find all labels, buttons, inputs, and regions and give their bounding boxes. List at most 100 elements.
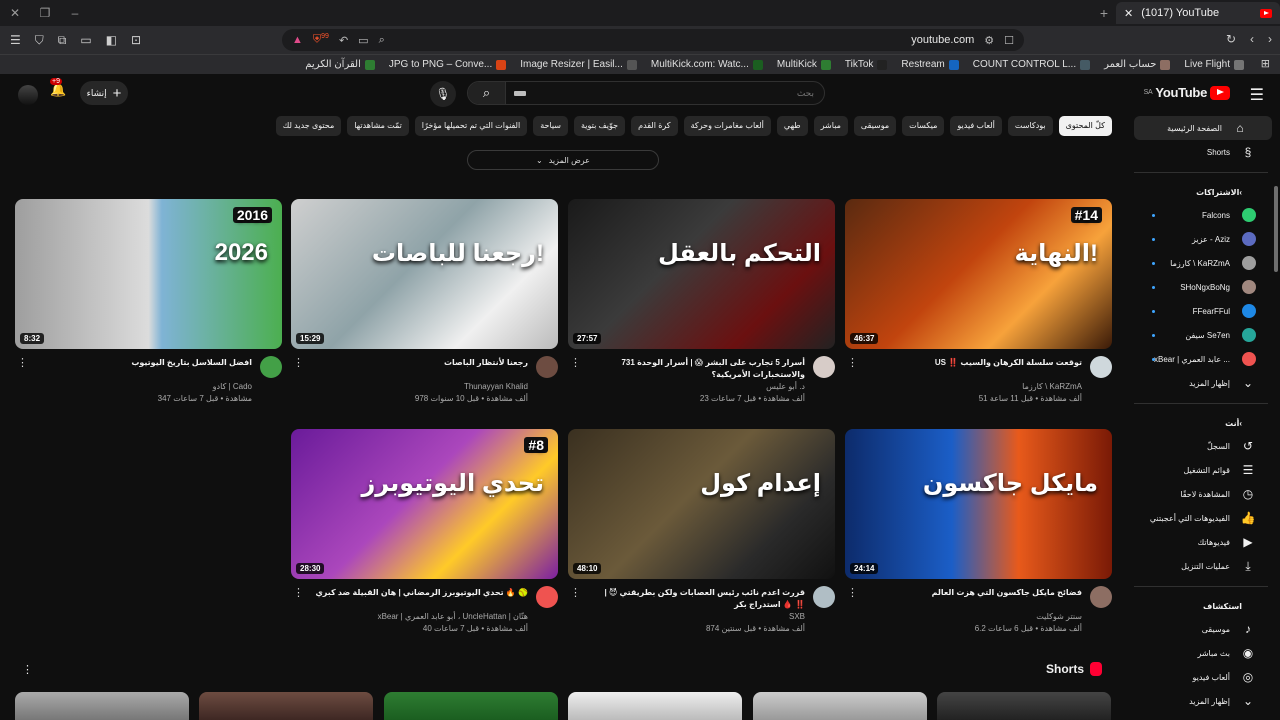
more-actions-icon[interactable]: ⋮ [17,356,28,369]
bookmark-item[interactable]: MultiKick [777,59,831,70]
sidebar-item[interactable]: فيديوهاتك ▶ [1134,530,1280,554]
short-thumbnail[interactable] [568,692,742,720]
filter-chip[interactable]: طهي [776,116,808,136]
restore-window-icon[interactable]: ❐ [30,6,60,20]
back-icon[interactable]: ‹ [1250,32,1254,46]
forward-icon[interactable]: › [1268,32,1272,46]
reload-icon[interactable]: ↻ [1226,32,1236,46]
channel-avatar[interactable] [813,586,835,608]
tab-close-icon[interactable]: ✕ [1124,7,1133,20]
video-card[interactable]: النهاية! #14 46:37 US ‼️ توقعت سلسلة الكرها… [845,199,1112,416]
channel-name[interactable]: SXB [789,612,805,621]
filter-chip[interactable]: تمّت مشاهدتها [347,116,409,136]
subscription-item[interactable]: FFearFFul [1134,299,1280,323]
short-thumbnail[interactable] [384,692,558,720]
more-actions-icon[interactable]: ⋮ [847,356,858,369]
subscription-item[interactable]: عزيز - Aziz [1134,227,1280,251]
channel-avatar[interactable] [536,586,558,608]
channel-avatar[interactable] [536,356,558,378]
video-title[interactable]: قررت اعدم نائب رئيس العصابات ولكن بطريقت… [580,587,806,611]
channel-avatar[interactable] [260,356,282,378]
bookmark-item[interactable]: Live Flight [1184,59,1244,70]
video-title[interactable]: US ‼️ توقعت سلسلة الكرهان والسيب [857,357,1082,369]
video-card[interactable]: التحكم بالعقل 27:57 أسرار 5 تجارب على البش… [568,199,835,416]
brave-shield-icon[interactable]: ⛨99 [313,33,329,47]
voice-search-button[interactable]: 🎙 [430,81,456,107]
video-thumbnail[interactable]: التحكم بالعقل 27:57 [568,199,835,349]
short-thumbnail[interactable] [15,692,189,720]
sidebar-item[interactable]: السجلّ ↺ [1134,434,1280,458]
video-thumbnail[interactable]: 2026 2016 8:32 [15,199,282,349]
sidebar-item[interactable]: إظهار المزيد ⌄ [1134,689,1280,713]
sidebar-item[interactable]: عمليات التنزيل ⤓ [1134,554,1280,578]
subscription-item[interactable]: SHoNgxBoNg [1134,275,1280,299]
video-title[interactable]: فضائح مايكل جاكسون التي هزت العالم [857,587,1082,599]
search-icon[interactable]: ⌕ [379,34,385,47]
filter-chip[interactable]: موسيقى [853,116,897,136]
video-title[interactable]: افضل السلاسل بتاريخ اليوتيوب [27,357,252,369]
screenshot-icon[interactable]: ⊡ [131,33,141,48]
filter-chip[interactable]: سياحة [533,116,568,136]
video-card[interactable]: مايكل جاكسون 24:14 فضائح مايكل جاكسون التي… [845,429,1112,646]
more-actions-icon[interactable]: ⋮ [570,586,581,599]
channel-name[interactable]: كارزما \ KaRZmA [1022,382,1082,391]
filter-chip[interactable]: بودكاست [1007,116,1053,136]
channel-avatar[interactable] [1090,356,1112,378]
video-title[interactable]: أسرار 5 تجارب على البشر 😱 | أسرار الوحدة… [580,357,805,381]
channel-name[interactable]: د. أبو عليس [766,382,805,391]
sidebar-item[interactable]: موسيقى ♪ [1134,617,1280,641]
filter-chip[interactable]: ميكسات [902,116,945,136]
menu-icon[interactable]: ☰ [10,33,21,48]
bookmark-icon[interactable]: ☐ [1004,34,1014,47]
cast-icon[interactable]: ▭ [358,34,368,47]
subscription-item[interactable]: سيفن Se7en [1134,323,1280,347]
subscriptions-heading[interactable]: الاشتراكات ‹ [1134,181,1280,203]
shield-icon[interactable]: ⛉ [35,33,44,48]
channel-avatar[interactable] [1090,586,1112,608]
sidebar-item[interactable]: بث مباشر ◉ [1134,641,1280,665]
channel-avatar[interactable] [813,356,835,378]
video-card[interactable]: تحدي اليوتيوبرز #8 28:30 تحدي اليوتيوبرز ال… [291,429,558,646]
video-thumbnail[interactable]: تحدي اليوتيوبرز #8 28:30 [291,429,558,579]
apps-grid-icon[interactable]: ⊞ [1261,57,1270,70]
bookmark-item[interactable]: حساب العمر [1104,59,1171,70]
video-thumbnail[interactable]: رجعنا للباصات! 15:29 [291,199,558,349]
address-bar[interactable]: ▲ ⛨99 ↶ ▭ ⌕ youtube.com ⚙ ☐ [282,29,1024,51]
filter-chip[interactable]: كلّ المحتوى [1058,116,1112,136]
youtube-logo[interactable]: SA YouTube [1144,85,1230,100]
sidebar-item[interactable]: Shorts § [1134,140,1280,164]
filter-chip[interactable]: ألعاب مغامرات وحركة [683,116,771,136]
short-thumbnail[interactable] [199,692,373,720]
filter-chip[interactable]: كرة القدم [631,116,678,136]
show-more-button[interactable]: ⌄ عرض المزيد [467,150,659,170]
brave-rewards-icon[interactable]: ▲ [292,34,303,46]
more-actions-icon[interactable]: ⋮ [570,356,581,369]
search-button[interactable]: ⌕ [468,82,506,104]
account-avatar[interactable] [18,85,38,105]
sidebar-scrollbar[interactable] [1274,186,1278,272]
video-thumbnail[interactable]: إعدام كول 48:10 [568,429,835,579]
share-icon[interactable]: ↶ [339,34,348,47]
channel-name[interactable]: Thunayyan Khalid [464,382,528,391]
video-card[interactable]: رجعنا للباصات! 15:29 رجعنا لأنتظار الباصات… [291,199,558,416]
channel-name[interactable]: كادو | Cado [213,382,252,391]
subscription-item[interactable]: كارزما \ KaRZmA [1134,251,1280,275]
subscription-item[interactable]: xBear | عابد العمري ... [1134,347,1280,371]
video-card[interactable]: إعدام كول 48:10 قررت اعدم نائب رئيس العصاب… [568,429,835,646]
shorts-menu-icon[interactable]: ⋮ [22,663,33,676]
bookmark-item[interactable]: Image Resizer | Easil... [520,59,637,70]
minimize-window-icon[interactable]: – [60,6,90,20]
more-actions-icon[interactable]: ⋮ [293,356,304,369]
sidebar-item[interactable]: ألعاب فيديو ◎ [1134,665,1280,689]
bookmark-item[interactable]: TikTok [845,59,888,70]
bookmark-item[interactable]: JPG to PNG – Conve... [389,59,507,70]
short-thumbnail[interactable] [753,692,927,720]
you-heading[interactable]: أنت ‹ [1134,412,1280,434]
notifications-button[interactable]: +9 🔔 [50,78,66,98]
close-window-icon[interactable]: ✕ [0,6,30,20]
bookmark-item[interactable]: COUNT CONTROL L... [973,59,1091,70]
filter-chip[interactable]: ألعاب فيديو [950,116,1002,136]
channel-name[interactable]: xBear | أبو عابد العمري ، UncleHattan | … [378,612,528,621]
sidebar-item[interactable]: المشاهدة لاحقًا ◷ [1134,482,1280,506]
sidebar-item[interactable]: الفيديوهات التي أعجبتني 👍 [1134,506,1280,530]
